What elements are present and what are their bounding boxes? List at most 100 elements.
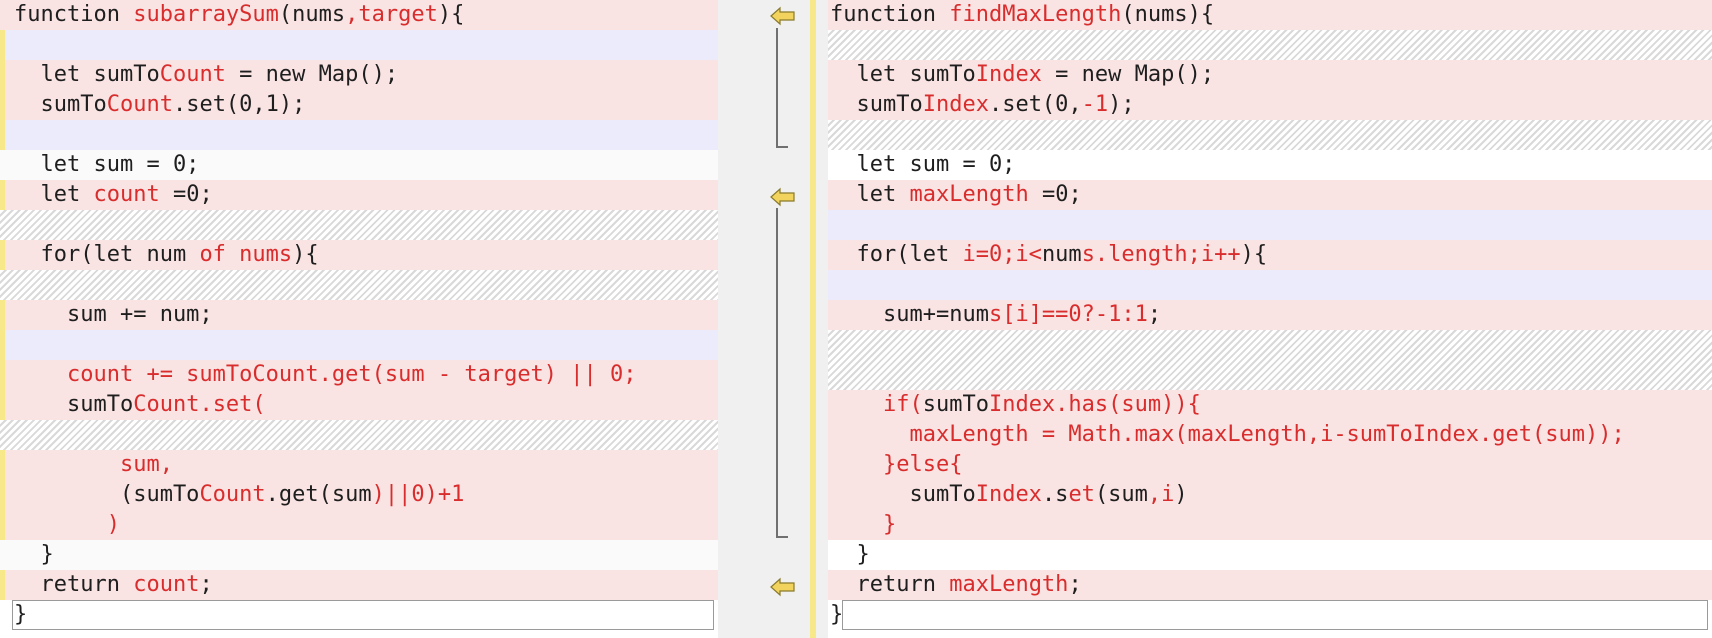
cursor-line-box (12, 600, 714, 630)
code-line[interactable] (0, 30, 718, 60)
changed-token: ,target (345, 2, 438, 27)
changed-token: Index.has(sum)){ (988, 392, 1201, 417)
changed-token: count (93, 182, 160, 207)
code-token: ; (199, 572, 213, 597)
change-marker (0, 300, 5, 330)
diff-block-bracket (776, 28, 788, 148)
code-line[interactable] (828, 210, 1712, 240)
code-line[interactable]: sumToCount.set( (0, 390, 718, 420)
code-line[interactable] (0, 420, 718, 450)
code-token: for(let (830, 242, 963, 267)
code-line[interactable]: return count; (0, 570, 718, 600)
changed-token: findMaxLength (949, 2, 1122, 27)
code-line[interactable]: } (0, 540, 718, 570)
code-line[interactable]: sumToIndex.set(sum,i) (828, 480, 1712, 510)
change-marker (0, 390, 5, 420)
code-line[interactable] (828, 120, 1712, 150)
code-line[interactable]: sum+=nums[i]==0?-1:1; (828, 300, 1712, 330)
code-line[interactable] (0, 210, 718, 240)
code-token: sumTo (830, 92, 923, 117)
code-line[interactable]: let sum = 0; (828, 150, 1712, 180)
merge-arrow-icon[interactable] (770, 6, 796, 26)
code-line[interactable]: let maxLength =0; (828, 180, 1712, 210)
code-line[interactable]: let count =0; (0, 180, 718, 210)
code-line[interactable]: }else{ (828, 450, 1712, 480)
changed-token: -1 (1081, 92, 1109, 117)
code-line[interactable]: let sum = 0; (0, 150, 718, 180)
code-text: ) (14, 510, 120, 540)
code-line[interactable]: sumToCount.set(0,1); (0, 90, 718, 120)
changed-token: ) (14, 512, 120, 537)
merge-arrow-icon[interactable] (770, 187, 796, 207)
code-text: sum += num; (14, 300, 213, 330)
changed-token: maxLength = Math.max(maxLength,i-sumToIn… (830, 422, 1625, 447)
code-token: = new Map(); (225, 62, 399, 87)
code-token: return (14, 572, 134, 597)
code-line[interactable]: ) (0, 510, 718, 540)
code-token: sumTo (922, 392, 989, 417)
code-text: sum+=nums[i]==0?-1:1; (830, 300, 1161, 330)
code-text: sumToIndex.set(sum,i) (830, 480, 1187, 510)
code-line[interactable]: (sumToCount.get(sum)||0)+1 (0, 480, 718, 510)
code-line[interactable] (0, 120, 718, 150)
code-line[interactable]: sumToIndex.set(0,-1); (828, 90, 1712, 120)
code-line[interactable]: } (828, 510, 1712, 540)
code-line[interactable]: return maxLength; (828, 570, 1712, 600)
code-token: let (14, 182, 94, 207)
code-text: if(sumToIndex.has(sum)){ (830, 390, 1201, 420)
code-line[interactable]: let sumToIndex = new Map(); (828, 60, 1712, 90)
code-line[interactable]: for(let i=0;i<nums.length;i++){ (828, 240, 1712, 270)
code-line[interactable]: sum += num; (0, 300, 718, 330)
code-line[interactable] (828, 330, 1712, 390)
change-marker (0, 240, 5, 270)
code-token: (sumTo (14, 482, 200, 507)
code-line[interactable]: } (828, 540, 1712, 570)
code-token: sumTo (14, 92, 107, 117)
changed-token: sum, (14, 452, 173, 477)
code-line[interactable] (0, 270, 718, 300)
code-line[interactable] (828, 270, 1712, 300)
code-line[interactable]: let sumToCount = new Map(); (0, 60, 718, 90)
code-text: let sumToIndex = new Map(); (830, 60, 1214, 90)
code-line[interactable]: } (828, 600, 1712, 630)
code-token: num of nums (146, 242, 293, 267)
changed-token: Index (975, 482, 1042, 507)
code-token: ){ (437, 2, 465, 27)
code-token: ); (1108, 92, 1135, 117)
diff-marker-strip (810, 0, 816, 638)
changed-token: s[i]==0?-1:1 (988, 302, 1148, 327)
code-text: let sumToCount = new Map(); (14, 60, 398, 90)
code-line[interactable] (0, 330, 718, 360)
code-token: sumTo (830, 482, 976, 507)
code-text: } (830, 510, 896, 540)
code-text: sum, (14, 450, 173, 480)
code-line[interactable]: maxLength = Math.max(maxLength,i-sumToIn… (828, 420, 1712, 450)
code-token: (sum (1094, 482, 1148, 507)
code-token: ){ (292, 242, 319, 267)
code-token: .s (1041, 482, 1069, 507)
code-line[interactable]: } (0, 600, 718, 630)
right-editor-pane[interactable]: function findMaxLength(nums){ let sumToI… (828, 0, 1712, 638)
code-token: } (14, 542, 54, 567)
change-marker (0, 330, 5, 360)
left-editor-pane[interactable]: function subarraySum(nums,target){ let s… (0, 0, 719, 638)
code-line[interactable]: count += sumToCount.get(sum - target) ||… (0, 360, 718, 390)
merge-arrow-icon[interactable] (770, 577, 796, 597)
code-token: .set(0,1); (172, 92, 306, 117)
code-token: sumTo (14, 392, 134, 417)
code-line[interactable]: function subarraySum(nums,target){ (0, 0, 718, 30)
changed-token: Count (199, 482, 266, 507)
code-token: sum+=num (830, 302, 989, 327)
code-line[interactable]: function findMaxLength(nums){ (828, 0, 1712, 30)
code-line[interactable] (828, 30, 1712, 60)
code-line[interactable]: if(sumToIndex.has(sum)){ (828, 390, 1712, 420)
code-text: let sum = 0; (14, 150, 199, 180)
change-marker (0, 180, 5, 210)
code-token: ; (1068, 572, 1082, 597)
code-token: (nums){ (1121, 2, 1215, 27)
code-line[interactable]: for(let num of nums){ (0, 240, 718, 270)
changed-token: Index (975, 62, 1042, 87)
changed-token: i=0;i< (962, 242, 1042, 267)
code-line[interactable]: sum, (0, 450, 718, 480)
change-marker (0, 30, 5, 60)
